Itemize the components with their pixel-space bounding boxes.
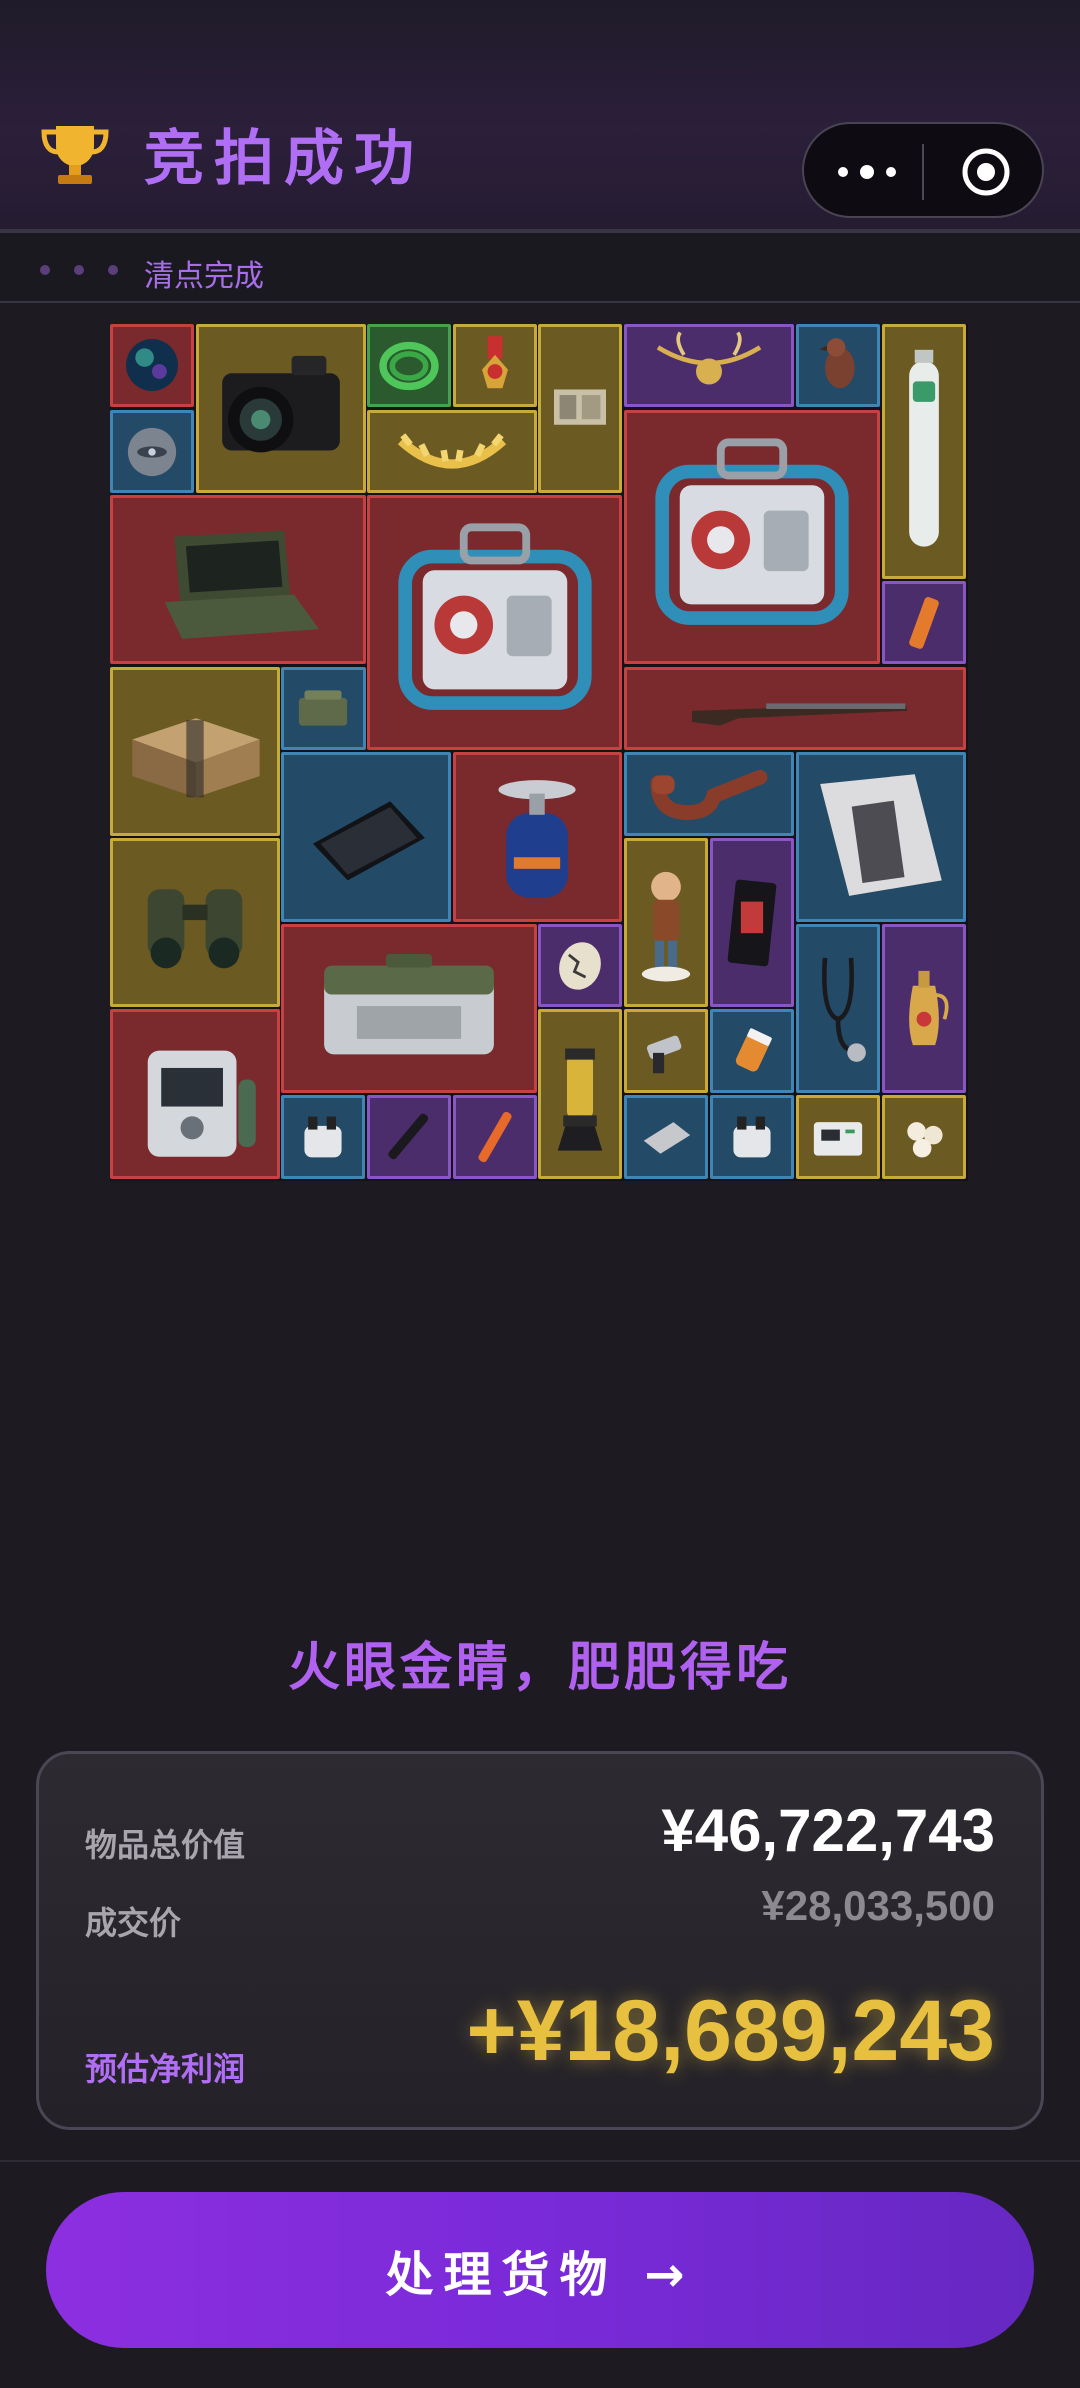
stove-icon[interactable] — [453, 752, 622, 922]
pill-icon[interactable] — [710, 1009, 794, 1093]
controller-icon[interactable] — [796, 1095, 880, 1179]
plate-icon[interactable] — [624, 1095, 708, 1179]
reactor-icon[interactable] — [624, 410, 880, 664]
footer-divider — [0, 2160, 1080, 2162]
egg-icon[interactable] — [538, 924, 622, 1007]
total-value: ¥46,722,743 — [661, 1797, 995, 1864]
magazine-icon[interactable] — [796, 752, 966, 922]
bird-icon[interactable] — [796, 324, 880, 407]
pen-icon[interactable] — [367, 1095, 451, 1179]
part-icon[interactable] — [281, 1095, 365, 1179]
rifle-icon[interactable] — [624, 667, 966, 750]
progress-dot — [108, 265, 118, 275]
firework-icon[interactable] — [453, 1095, 537, 1179]
cable-icon[interactable] — [367, 324, 451, 407]
header: 竞拍成功 — [0, 0, 1080, 233]
tablet-icon[interactable] — [281, 752, 451, 922]
ammo-can-icon[interactable] — [281, 667, 366, 750]
case-icon[interactable] — [281, 924, 537, 1093]
capsule-divider — [922, 144, 924, 200]
deal-price-label: 成交价 — [85, 1904, 182, 1942]
banknote-icon[interactable] — [538, 324, 622, 493]
item-grid — [110, 324, 968, 1181]
part-icon[interactable] — [710, 1095, 794, 1179]
scroll-icon[interactable] — [882, 581, 966, 664]
tank-icon[interactable] — [882, 324, 966, 579]
generator-icon[interactable] — [110, 1009, 280, 1179]
more-dots-icon[interactable] — [838, 160, 900, 184]
deal-price-value: ¥28,033,500 — [761, 1882, 995, 1929]
disc-icon[interactable] — [110, 410, 194, 493]
progress-dot — [40, 265, 50, 275]
profit-summary-card: 物品总价值 ¥46,722,743 成交价 ¥28,033,500 预估净利润 … — [36, 1751, 1044, 2130]
ewer-icon[interactable] — [882, 924, 966, 1093]
progress-dot — [74, 265, 84, 275]
status-label: 清点完成 — [144, 259, 264, 294]
process-goods-button[interactable]: 处理货物 → — [46, 2192, 1034, 2348]
slogan-text: 火眼金睛，肥肥得吃 — [287, 1638, 792, 1698]
necklace-icon[interactable] — [624, 324, 794, 407]
profit-label: 预估净利润 — [85, 2050, 246, 2088]
reactor-icon[interactable] — [367, 495, 622, 750]
robot-arm-icon[interactable] — [624, 1009, 708, 1093]
medal-icon[interactable] — [453, 324, 537, 407]
status-bar: 清点完成 — [0, 233, 1080, 303]
page-title: 竞拍成功 — [144, 124, 424, 194]
figurine-icon[interactable] — [624, 838, 708, 1007]
profit-value: +¥18,689,243 — [466, 1983, 995, 2079]
laptop-icon[interactable] — [110, 495, 366, 664]
camera-icon[interactable] — [196, 324, 366, 493]
stethoscope-icon[interactable] — [796, 924, 880, 1093]
laurel-icon[interactable] — [367, 410, 537, 493]
crate-icon[interactable] — [110, 667, 280, 836]
trophy-icon — [41, 126, 109, 184]
pipe-icon[interactable] — [624, 752, 794, 836]
lamp-icon[interactable] — [538, 1009, 622, 1179]
total-value-label: 物品总价值 — [85, 1826, 246, 1864]
pouch-icon[interactable] — [710, 838, 794, 1007]
orb-icon[interactable] — [110, 324, 194, 407]
pearls-icon[interactable] — [882, 1095, 966, 1179]
target-circle-icon[interactable] — [960, 146, 1012, 198]
mini-program-capsule — [802, 122, 1044, 218]
binoculars-icon[interactable] — [110, 838, 280, 1007]
